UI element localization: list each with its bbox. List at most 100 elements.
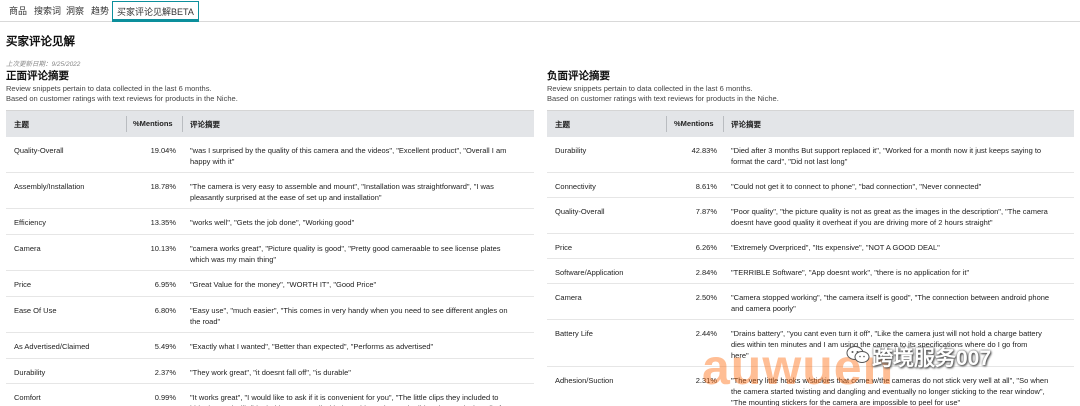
mentions-cell: 6.26%	[695, 243, 717, 252]
mentions-cell: 2.84%	[695, 268, 717, 277]
summary-line: "Camera stopped working", "the camera it…	[731, 293, 1050, 302]
topic-cell: Efficiency	[14, 218, 46, 227]
table-row: Camera 2.50% "Camera stopped working", "th…	[547, 284, 1074, 320]
table-row: Connectivity 8.61% "Could not get it to co…	[547, 173, 1074, 198]
positive-review-panel: 正面评论摘要 Review snippets pertain to data c…	[6, 68, 534, 406]
tab-customer-review-insights[interactable]: 买家评论见解BETA	[112, 1, 199, 22]
summary-line: "It works great", "I would like to ask i…	[190, 393, 499, 402]
summary-line: "Poor quality", "the picture quality is …	[731, 207, 1048, 216]
header-summary: 评论摘要	[731, 120, 761, 129]
mentions-cell: 5.49%	[154, 342, 176, 351]
header-topic[interactable]: 主题	[14, 119, 29, 130]
negative-table-body: Durability 42.83% "Died after 3 months But…	[547, 137, 1074, 406]
mentions-cell: 10.13%	[150, 244, 176, 253]
table-row: Adhesion/Suction 2.31% "The very little ho…	[547, 367, 1074, 406]
summary-cell: "Great Value for the money", "WORTH IT",…	[190, 279, 376, 290]
topic-cell: Quality-Overall	[14, 146, 64, 155]
column-divider	[126, 116, 127, 132]
summary-line: "Extremely Overpriced", "Its expensive",…	[731, 243, 940, 252]
topic-cell: Quality-Overall	[555, 207, 605, 216]
summary-line: here"	[731, 351, 749, 360]
positive-review-table: 主题 %Mentions 评论摘要 Quality-Overall 19.04% "…	[6, 110, 534, 406]
negative-panel-desc-2: Based on customer ratings with text revi…	[547, 94, 779, 103]
last-updated-text: 上次更新日期：9/25/2022	[6, 61, 81, 68]
summary-cell: "They work great", "it doesnt fall off",…	[190, 367, 351, 378]
header-mentions[interactable]: %Mentions	[133, 119, 173, 128]
negative-panel-desc-1: Review snippets pertain to data collecte…	[547, 84, 753, 93]
positive-panel-desc-1: Review snippets pertain to data collecte…	[6, 84, 212, 93]
table-row: Ease Of Use 6.80% "Easy use", "much easier…	[6, 297, 534, 333]
negative-panel-title: 负面评论摘要	[547, 70, 610, 82]
summary-cell: "Camera stopped working", "the camera it…	[731, 292, 1049, 314]
topic-cell: Camera	[14, 244, 41, 253]
topic-cell: Comfort	[14, 393, 41, 402]
summary-line: "They work great", "it doesnt fall off",…	[190, 368, 351, 377]
mentions-cell: 7.87%	[695, 207, 717, 216]
summary-cell: "was I surprised by the quality of this …	[190, 145, 506, 167]
summary-line: "Died after 3 months But support replace…	[731, 146, 1042, 155]
topic-cell: Camera	[555, 293, 582, 302]
summary-line: format the card", "Did not last long"	[731, 157, 848, 166]
header-summary: 评论摘要	[190, 120, 220, 129]
topic-cell: Durability	[14, 368, 46, 377]
column-divider	[182, 116, 183, 132]
table-row: Battery Life 2.44% "Drains battery", "you …	[547, 320, 1074, 367]
mentions-cell: 42.83%	[691, 146, 717, 155]
column-divider	[666, 116, 667, 132]
header-topic[interactable]: 主题	[555, 119, 570, 130]
summary-cell: "Could not get it to connect to phone", …	[731, 181, 981, 192]
tab-insights[interactable]: 洞察	[66, 4, 84, 17]
table-row: As Advertised/Claimed 5.49% "Exactly what …	[6, 333, 534, 359]
tab-products[interactable]: 商品	[9, 4, 27, 17]
column-divider	[723, 116, 724, 132]
table-row: Efficiency 13.35% "works well", "Gets the …	[6, 209, 534, 235]
mentions-cell: 6.80%	[154, 306, 176, 315]
summary-line: "was I surprised by the quality of this …	[190, 146, 507, 155]
summary-line: "Easy use", "much easier", "This comes i…	[190, 306, 508, 315]
table-row: Comfort 0.99% "It works great", "I would l…	[6, 384, 534, 406]
table-row: Quality-Overall 19.04% "was I surprised by…	[6, 137, 534, 173]
summary-line: "Drains battery", "you cant even turn it…	[731, 329, 1042, 338]
summary-line: and camera poorly"	[731, 304, 796, 313]
summary-line: pleasantly surprised at the ease of set …	[190, 193, 382, 202]
mentions-cell: 18.78%	[150, 182, 176, 191]
topic-cell: Price	[14, 280, 32, 289]
tab-trends[interactable]: 趋势	[91, 4, 109, 17]
table-row: Camera 10.13% "camera works great", "Pictu…	[6, 235, 534, 271]
table-row: Price 6.95% "Great Value for the money", "…	[6, 271, 534, 297]
mentions-cell: 2.50%	[695, 293, 717, 302]
summary-line: "Great Value for the money", "WORTH IT",…	[190, 280, 377, 289]
topic-cell: Connectivity	[555, 182, 596, 191]
table-row: Price 6.26% "Extremely Overpriced", "Its e…	[547, 234, 1074, 259]
summary-line: "works well", "Gets the job done", "Work…	[190, 218, 355, 227]
tab-bar: 商品 搜索词 洞察 趋势 买家评论见解BETA	[0, 0, 1080, 22]
summary-line: "Could not get it to connect to phone", …	[731, 182, 982, 191]
table-row: Software/Application 2.84% "TERRIBLE Softw…	[547, 259, 1074, 284]
summary-line: "The very little hooks w/stickies that c…	[731, 376, 1049, 385]
summary-line: "Exactly what I wanted", "Better than ex…	[190, 342, 434, 351]
mentions-cell: 2.44%	[695, 329, 717, 338]
summary-cell: "TERRIBLE Software", "App doesnt work", …	[731, 267, 969, 278]
tab-search-terms[interactable]: 搜索词	[34, 4, 61, 17]
summary-cell: "works well", "Gets the job done", "Work…	[190, 217, 354, 228]
table-row: Quality-Overall 7.87% "Poor quality", "the…	[547, 198, 1074, 234]
positive-panel-title: 正面评论摘要	[6, 70, 69, 82]
positive-table-body: Quality-Overall 19.04% "was I surprised by…	[6, 137, 534, 406]
summary-line: dies within ten minutes and I am using t…	[731, 340, 1028, 349]
page-title: 买家评论见解	[6, 36, 75, 48]
mentions-cell: 13.35%	[150, 218, 176, 227]
summary-cell: "Exactly what I wanted", "Better than ex…	[190, 341, 433, 352]
summary-cell: "It works great", "I would like to ask i…	[190, 392, 501, 406]
summary-cell: "Poor quality", "the picture quality is …	[731, 206, 1048, 228]
mentions-cell: 2.37%	[154, 368, 176, 377]
summary-line: doesnt have good quality it overheat if …	[731, 218, 993, 227]
summary-cell: "The camera is very easy to assemble and…	[190, 181, 494, 203]
negative-review-panel: 负面评论摘要 Review snippets pertain to data c…	[547, 68, 1074, 406]
topic-cell: Ease Of Use	[14, 306, 57, 315]
topic-cell: Assembly/Installation	[14, 182, 85, 191]
negative-review-table: 主题 %Mentions 评论摘要 Durability 42.83% "Died …	[547, 110, 1074, 406]
topic-cell: Battery Life	[555, 329, 593, 338]
topic-cell: Price	[555, 243, 573, 252]
summary-line: happy with it"	[190, 157, 235, 166]
header-mentions[interactable]: %Mentions	[674, 119, 714, 128]
